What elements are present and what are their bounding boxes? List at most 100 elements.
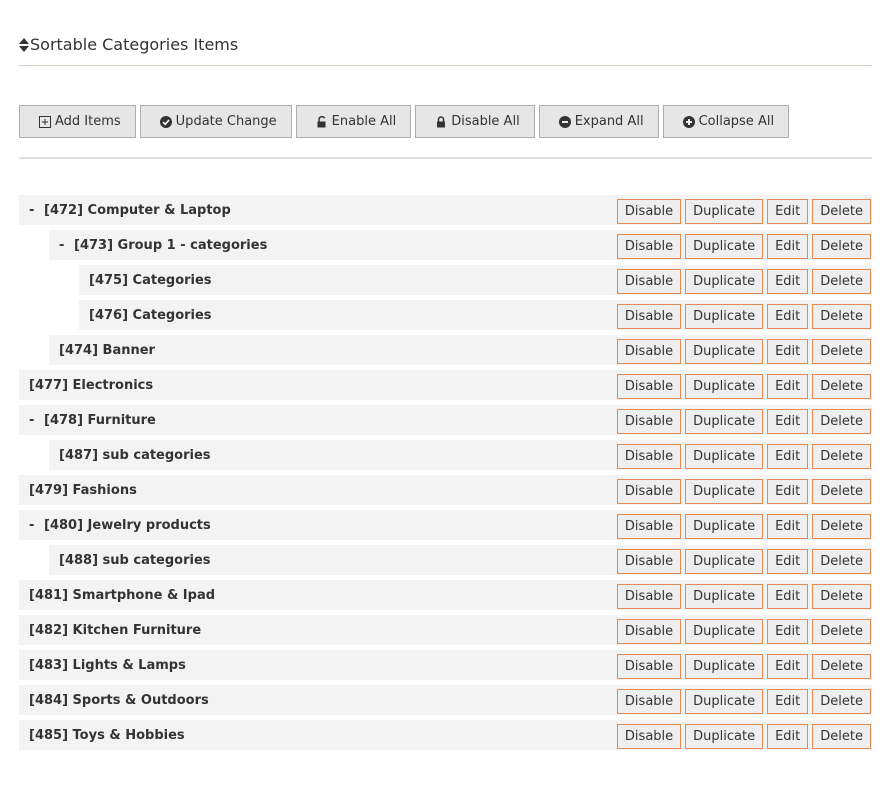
edit-button[interactable]: Edit [767, 584, 809, 609]
disable-button[interactable]: Disable [616, 724, 682, 749]
category-row[interactable]: [488] sub categories Disable Duplicate Edit… [49, 545, 872, 575]
edit-button[interactable]: Edit [767, 304, 809, 329]
category-row[interactable]: [479] Fashions Disable Duplicate Edit Delete [19, 475, 872, 505]
row-actions: Disable Duplicate Edit Delete [616, 409, 871, 434]
disable-button[interactable]: Disable [616, 199, 682, 224]
duplicate-button[interactable]: Duplicate [685, 234, 764, 259]
delete-button[interactable]: Delete [812, 689, 871, 714]
collapse-toggle[interactable]: - [29, 518, 43, 533]
duplicate-button[interactable]: Duplicate [685, 444, 764, 469]
category-label: [481] Smartphone & Ipad [19, 588, 215, 603]
duplicate-button[interactable]: Duplicate [685, 269, 764, 294]
edit-button[interactable]: Edit [767, 339, 809, 364]
edit-button[interactable]: Edit [767, 444, 809, 469]
disable-button[interactable]: Disable [616, 549, 682, 574]
edit-button[interactable]: Edit [767, 374, 809, 399]
category-row[interactable]: [474] Banner Disable Duplicate Edit Delete [49, 335, 872, 365]
disable-button[interactable]: Disable [616, 234, 682, 259]
row-actions: Disable Duplicate Edit Delete [616, 584, 871, 609]
delete-button[interactable]: Delete [812, 409, 871, 434]
category-row[interactable]: [484] Sports & Outdoors Disable Duplicate E… [19, 685, 872, 715]
edit-button[interactable]: Edit [767, 549, 809, 574]
category-row[interactable]: [481] Smartphone & Ipad Disable Duplicate E… [19, 580, 872, 610]
delete-button[interactable]: Delete [812, 304, 871, 329]
duplicate-button[interactable]: Duplicate [685, 479, 764, 504]
category-row[interactable]: - [480] Jewelry products Disable Duplicate E… [19, 510, 872, 540]
disable-all-button[interactable]: Disable All [415, 105, 535, 138]
enable-all-button[interactable]: Enable All [295, 105, 412, 138]
duplicate-button[interactable]: Duplicate [685, 199, 764, 224]
unlock-icon [317, 115, 326, 127]
edit-button[interactable]: Edit [767, 724, 809, 749]
disable-button[interactable]: Disable [616, 269, 682, 294]
delete-button[interactable]: Delete [812, 724, 871, 749]
category-row[interactable]: [482] Kitchen Furniture Disable Duplicate E… [19, 615, 872, 645]
disable-button[interactable]: Disable [616, 689, 682, 714]
row-actions: Disable Duplicate Edit Delete [616, 199, 871, 224]
edit-button[interactable]: Edit [767, 479, 809, 504]
row-actions: Disable Duplicate Edit Delete [616, 339, 871, 364]
category-row[interactable]: [483] Lights & Lamps Disable Duplicate Edit… [19, 650, 872, 680]
add-items-button[interactable]: Add Items [19, 105, 136, 138]
disable-button[interactable]: Disable [616, 514, 682, 539]
duplicate-button[interactable]: Duplicate [685, 409, 764, 434]
delete-button[interactable]: Delete [812, 444, 871, 469]
delete-button[interactable]: Delete [812, 584, 871, 609]
category-row[interactable]: [485] Toys & Hobbies Disable Duplicate Edit… [19, 720, 872, 750]
duplicate-button[interactable]: Duplicate [685, 514, 764, 539]
row-actions: Disable Duplicate Edit Delete [616, 374, 871, 399]
duplicate-button[interactable]: Duplicate [685, 724, 764, 749]
duplicate-button[interactable]: Duplicate [685, 654, 764, 679]
category-row[interactable]: [487] sub categories Disable Duplicate Edit… [49, 440, 872, 470]
disable-button[interactable]: Disable [616, 374, 682, 399]
category-row[interactable]: [476] Categories Disable Duplicate Edit Dele… [79, 300, 872, 330]
duplicate-button[interactable]: Duplicate [685, 549, 764, 574]
delete-button[interactable]: Delete [812, 374, 871, 399]
update-change-label: Update Change [175, 114, 277, 129]
edit-button[interactable]: Edit [767, 234, 809, 259]
edit-button[interactable]: Edit [767, 269, 809, 294]
edit-button[interactable]: Edit [767, 514, 809, 539]
category-row[interactable]: - [472] Computer & Laptop Disable Duplicate… [19, 195, 872, 225]
duplicate-button[interactable]: Duplicate [685, 339, 764, 364]
duplicate-button[interactable]: Duplicate [685, 304, 764, 329]
disable-button[interactable]: Disable [616, 619, 682, 644]
expand-all-label: Expand All [574, 114, 644, 129]
disable-button[interactable]: Disable [616, 654, 682, 679]
duplicate-button[interactable]: Duplicate [685, 619, 764, 644]
edit-button[interactable]: Edit [767, 199, 809, 224]
edit-button[interactable]: Edit [767, 619, 809, 644]
disable-button[interactable]: Disable [616, 479, 682, 504]
edit-button[interactable]: Edit [767, 409, 809, 434]
duplicate-button[interactable]: Duplicate [685, 689, 764, 714]
category-row[interactable]: [477] Electronics Disable Duplicate Edit Del… [19, 370, 872, 400]
collapse-toggle[interactable]: - [29, 203, 43, 218]
delete-button[interactable]: Delete [812, 479, 871, 504]
delete-button[interactable]: Delete [812, 619, 871, 644]
collapse-toggle[interactable]: - [29, 413, 43, 428]
delete-button[interactable]: Delete [812, 199, 871, 224]
category-row[interactable]: [475] Categories Disable Duplicate Edit Dele… [79, 265, 872, 295]
expand-all-button[interactable]: Expand All [538, 105, 659, 138]
disable-button[interactable]: Disable [616, 444, 682, 469]
category-row[interactable]: - [473] Group 1 - categories Disable Duplic… [49, 230, 872, 260]
delete-button[interactable]: Delete [812, 514, 871, 539]
delete-button[interactable]: Delete [812, 234, 871, 259]
delete-button[interactable]: Delete [812, 549, 871, 574]
delete-button[interactable]: Delete [812, 269, 871, 294]
duplicate-button[interactable]: Duplicate [685, 584, 764, 609]
delete-button[interactable]: Delete [812, 654, 871, 679]
collapse-all-button[interactable]: Collapse All [662, 105, 790, 138]
category-row[interactable]: - [478] Furniture Disable Duplicate Edit Dele… [19, 405, 872, 435]
disable-button[interactable]: Disable [616, 339, 682, 364]
category-label-text: [475] Categories [89, 272, 212, 288]
disable-button[interactable]: Disable [616, 584, 682, 609]
collapse-toggle[interactable]: - [59, 238, 73, 253]
edit-button[interactable]: Edit [767, 654, 809, 679]
duplicate-button[interactable]: Duplicate [685, 374, 764, 399]
update-change-button[interactable]: Update Change [139, 105, 292, 138]
disable-button[interactable]: Disable [616, 304, 682, 329]
disable-button[interactable]: Disable [616, 409, 682, 434]
edit-button[interactable]: Edit [767, 689, 809, 714]
delete-button[interactable]: Delete [812, 339, 871, 364]
